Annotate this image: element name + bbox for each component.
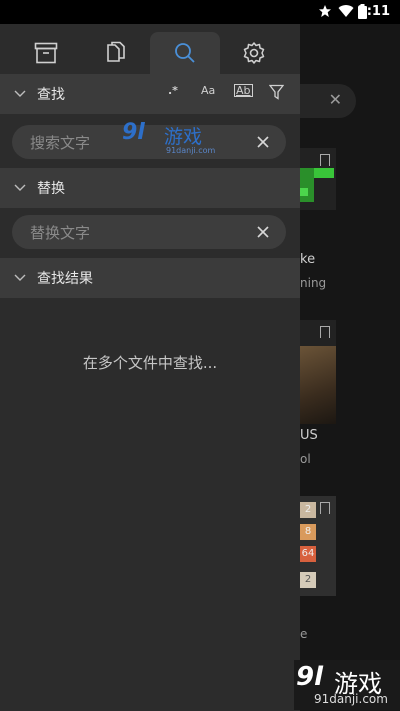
watermark-logo-text: 游戏 xyxy=(164,126,203,148)
regex-toggle[interactable]: .* xyxy=(168,84,178,97)
results-title: 查找结果 xyxy=(37,271,93,287)
chevron-down-icon xyxy=(14,90,26,97)
tab-archive[interactable] xyxy=(11,32,81,74)
watermark-logo-number: 9l xyxy=(122,120,145,145)
card-title: US xyxy=(300,428,318,443)
clear-search-icon[interactable] xyxy=(254,133,272,151)
card-subtitle: ning xyxy=(300,276,327,290)
background-card xyxy=(298,148,336,210)
card-art xyxy=(314,168,334,178)
watermark-url: 91danji.com xyxy=(166,146,216,155)
filter-icon[interactable] xyxy=(269,84,284,100)
find-title: 查找 xyxy=(37,87,65,103)
bookmark-icon xyxy=(320,326,330,338)
results-empty-message: 在多个文件中查找... xyxy=(82,354,218,372)
close-icon: ✕ xyxy=(328,90,342,109)
chevron-down-icon xyxy=(14,274,26,281)
star-icon xyxy=(319,5,331,17)
whole-word-toggle[interactable]: Ab xyxy=(234,84,253,97)
corner-watermark: 9l 游戏 91danji.com xyxy=(294,660,400,710)
game-tile: 8 xyxy=(300,524,316,540)
wifi-icon xyxy=(338,5,354,18)
chevron-down-icon xyxy=(14,184,26,191)
replace-title: 替换 xyxy=(37,181,65,197)
clear-replace-icon[interactable] xyxy=(254,223,272,241)
bookmark-icon xyxy=(320,154,330,166)
card-subtitle: ol xyxy=(300,452,311,466)
watermark-logo: 9l 游戏 91danji.com xyxy=(122,120,222,160)
match-case-toggle[interactable]: Aa xyxy=(201,84,215,97)
card-subtitle: e xyxy=(300,627,308,641)
tab-settings[interactable] xyxy=(219,32,289,74)
watermark-logo-number: 9l xyxy=(296,662,324,692)
gear-icon xyxy=(243,42,265,64)
game-tile: 2 xyxy=(300,572,316,588)
replace-field xyxy=(12,215,286,251)
status-time: 2:11 xyxy=(357,4,390,19)
search-icon xyxy=(175,43,195,63)
background-card xyxy=(298,320,336,424)
game-tile: 2 xyxy=(300,502,316,518)
replace-section-header[interactable]: 替换 xyxy=(0,168,300,208)
card-art xyxy=(300,168,314,202)
tab-search[interactable] xyxy=(150,32,220,74)
tab-files[interactable] xyxy=(80,32,150,74)
find-section-header[interactable]: 查找 .* Aa Ab xyxy=(0,74,300,114)
archive-icon xyxy=(34,42,58,64)
card-title: ke xyxy=(300,252,316,267)
game-tile: 64 xyxy=(300,546,316,562)
bookmark-icon xyxy=(320,502,330,514)
card-image xyxy=(298,346,336,424)
drawer-tabs xyxy=(0,24,300,74)
files-icon xyxy=(107,41,125,62)
background-card: 2 8 64 2 xyxy=(298,496,336,596)
replace-input[interactable] xyxy=(28,215,252,251)
status-bar: 2:11 xyxy=(0,0,400,24)
results-section-header[interactable]: 查找结果 xyxy=(0,258,300,298)
watermark-url: 91danji.com xyxy=(314,692,388,706)
